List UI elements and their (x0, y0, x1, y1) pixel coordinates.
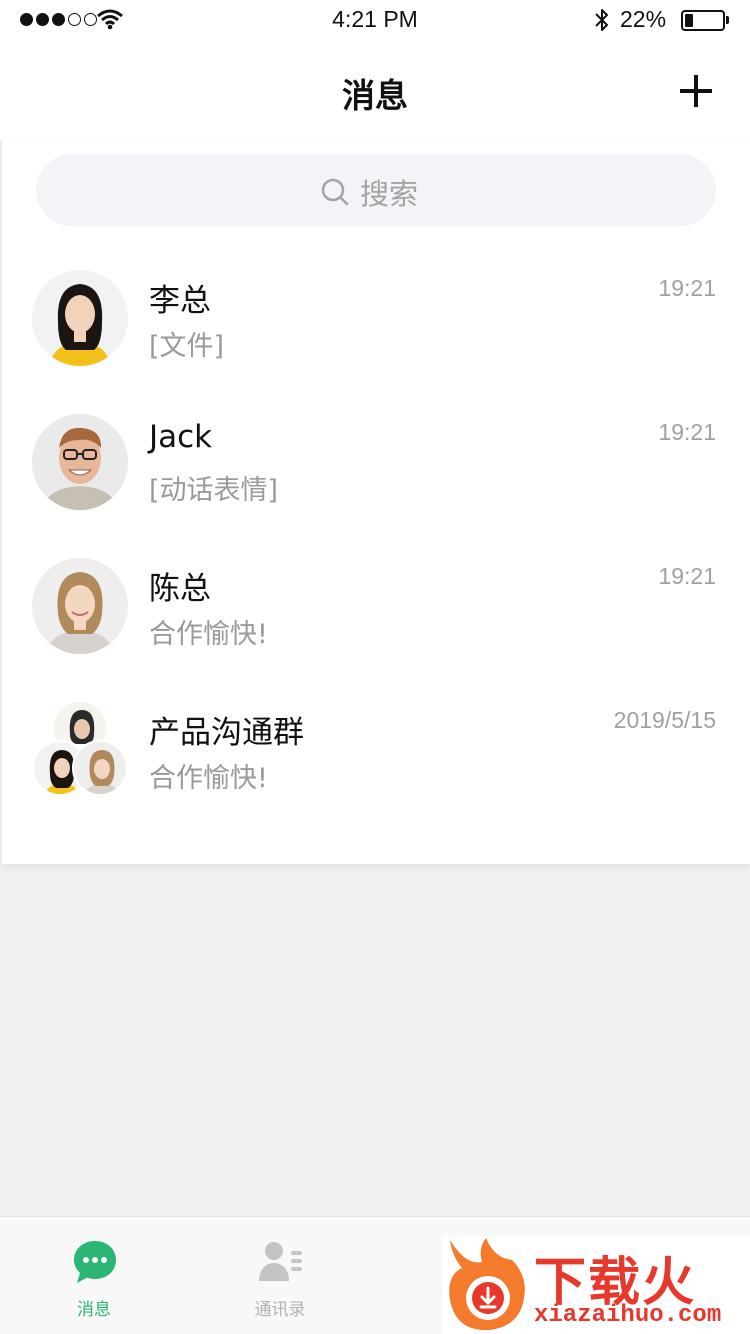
tab-messages[interactable]: 消息 (4, 1217, 184, 1334)
avatar (32, 414, 128, 510)
chat-preview: [文件] (149, 331, 225, 362)
status-bar: 4:21 PM 22% (0, 0, 750, 40)
chat-bubble-icon (74, 1241, 116, 1283)
chat-time: 2019/5/15 (613, 707, 716, 733)
chat-name: 陈总 (149, 571, 211, 607)
chat-time: 19:21 (658, 563, 716, 589)
chat-time: 19:21 (658, 419, 716, 445)
avatar (32, 270, 128, 366)
watermark-logo: 下载火 xiazaihuo.com (442, 1236, 750, 1334)
battery-tip (726, 16, 729, 24)
battery-level (685, 14, 693, 27)
chat-preview: 合作愉快! (149, 763, 268, 794)
group-member-avatar (72, 740, 128, 796)
watermark-domain: xiazaihuo.com (534, 1302, 722, 1329)
chat-row[interactable]: 李总 [文件] 19:21 (2, 270, 750, 414)
chat-name: 产品沟通群 (149, 715, 304, 751)
group-avatar (32, 700, 128, 798)
flame-logo-icon (449, 1238, 525, 1331)
search-input[interactable]: 搜索 (36, 154, 716, 226)
page-title: 消息 (342, 76, 408, 115)
chat-preview: [动话表情] (149, 475, 279, 506)
battery-icon (681, 10, 725, 31)
chat-row[interactable]: 产品沟通群 合作愉快! 2019/5/15 (2, 700, 750, 846)
nav-bar: 消息 (0, 40, 750, 140)
search-placeholder: 搜索 (360, 177, 419, 211)
contacts-icon (259, 1242, 302, 1281)
chat-row[interactable]: Jack [动话表情] 19:21 (2, 414, 750, 558)
bluetooth-icon (595, 9, 608, 31)
chat-time: 19:21 (658, 275, 716, 301)
search-icon (321, 178, 349, 206)
chat-row[interactable]: 陈总 合作愉快! 19:21 (2, 558, 750, 702)
chat-name: 李总 (149, 283, 211, 319)
tab-label: 通讯录 (254, 1300, 306, 1320)
avatar (32, 558, 128, 654)
chat-name: Jack (149, 419, 213, 455)
battery-percent: 22% (620, 6, 667, 32)
plus-icon[interactable] (678, 71, 718, 111)
tab-contacts[interactable]: 通讯录 (190, 1217, 370, 1334)
tab-label: 消息 (77, 1300, 111, 1320)
chat-preview: 合作愉快! (149, 619, 268, 650)
chat-list-card: 搜索 李总 [文件] 19:21 Jack [动话表情] 19:21 陈总 合作… (2, 140, 750, 864)
messages-screen: 4:21 PM 22% 消息 搜索 李总 [文件] 19:21 Jack [动话… (0, 0, 750, 1334)
